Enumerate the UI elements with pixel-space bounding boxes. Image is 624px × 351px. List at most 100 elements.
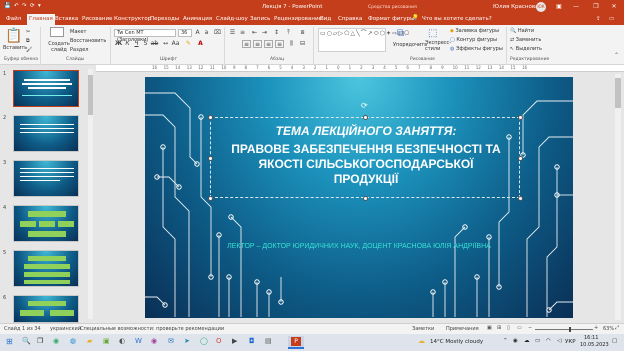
reading-view-icon[interactable]: ▯ bbox=[507, 325, 510, 331]
repeat-icon[interactable]: ⟳ bbox=[30, 3, 35, 9]
task-view-icon[interactable]: ❐ bbox=[37, 337, 43, 345]
slide-thumbnail-5[interactable] bbox=[13, 250, 79, 287]
volume-icon[interactable]: ◁ bbox=[557, 338, 561, 344]
font-size-combo[interactable]: 36 bbox=[178, 29, 192, 37]
share-icon[interactable]: ⇪ bbox=[596, 16, 601, 22]
align-right-icon[interactable]: ≡ bbox=[264, 40, 273, 48]
notes-button[interactable]: Заметки bbox=[412, 326, 434, 332]
align-center-icon[interactable]: ≡ bbox=[253, 40, 262, 48]
clear-format-icon[interactable]: ⌧ bbox=[213, 29, 222, 37]
resize-handle-right[interactable] bbox=[518, 156, 523, 161]
select-button[interactable]: ↖ Выделить bbox=[510, 46, 542, 52]
title-placeholder[interactable]: ТЕМА ЛЕКЦІЙНОГО ЗАНЯТТЯ: ПРАВОВЕ ЗАБЕЗПЕ… bbox=[210, 117, 520, 198]
slide-thumbnail-2[interactable] bbox=[13, 115, 79, 152]
notifications-icon[interactable]: ▢ bbox=[612, 338, 617, 344]
outlook-icon[interactable]: ✉ bbox=[168, 337, 174, 345]
edge-icon[interactable]: ◍ bbox=[70, 337, 76, 345]
shadow-icon[interactable]: S bbox=[141, 40, 150, 48]
resize-handle-tl[interactable] bbox=[208, 115, 213, 120]
explorer-icon[interactable]: ▰ bbox=[87, 337, 92, 345]
columns-icon[interactable]: ⫼ bbox=[287, 40, 296, 48]
font-name-combo[interactable]: Tw Cen MT (Заголовки) bbox=[114, 29, 176, 43]
tab-slideshow[interactable]: Слайд-шоу bbox=[214, 14, 250, 25]
reset-button[interactable]: Восстановить bbox=[70, 38, 106, 44]
tray-chevron-icon[interactable]: ⌃ bbox=[503, 338, 508, 344]
shape-fill-button[interactable]: ◆ Заливка фигуры bbox=[450, 28, 499, 34]
slide-thumbnail-1[interactable] bbox=[13, 70, 79, 107]
zoom-slider[interactable] bbox=[535, 327, 593, 332]
tab-view[interactable]: Вид bbox=[318, 14, 333, 25]
resize-handle-tr[interactable] bbox=[518, 115, 523, 120]
tab-insert[interactable]: Вставка bbox=[53, 14, 80, 25]
tab-home[interactable]: Главная bbox=[27, 14, 55, 25]
store-icon[interactable]: ▣ bbox=[103, 337, 110, 345]
redo-icon[interactable]: ↷ bbox=[22, 3, 27, 9]
slide-thumbnail-4[interactable] bbox=[13, 205, 79, 242]
layout-button[interactable]: Макет bbox=[70, 29, 86, 35]
viber-icon[interactable]: ◉ bbox=[151, 337, 157, 345]
quick-styles-button[interactable]: Экспресс-стили bbox=[425, 40, 451, 52]
media-icon[interactable]: ▶ bbox=[232, 337, 237, 345]
rotate-handle-icon[interactable]: ⟳ bbox=[361, 101, 368, 110]
tray-app-icon[interactable]: ◉ bbox=[513, 338, 518, 344]
comments-button[interactable]: Примечания bbox=[446, 326, 479, 332]
accessibility-status[interactable]: Специальные возможности: проверьте реком… bbox=[80, 326, 224, 332]
replace-button[interactable]: ⇄ Заменить bbox=[510, 37, 541, 43]
slide-sorter-icon[interactable]: ⊞ bbox=[497, 325, 501, 331]
slide-subtitle[interactable]: ЛЕКТОР – ДОКТОР ЮРИДИЧНИХ НАУК, ДОЦЕНТ К… bbox=[145, 243, 573, 250]
resize-handle-br[interactable] bbox=[518, 196, 523, 201]
cut-icon[interactable]: ✂ bbox=[26, 29, 30, 35]
undo-icon[interactable]: ↶ bbox=[14, 3, 19, 9]
quick-styles-icon[interactable]: ⬚ bbox=[428, 28, 437, 39]
customize-qat-icon[interactable]: ▾ bbox=[38, 3, 41, 9]
opera-icon[interactable]: O bbox=[216, 337, 222, 345]
onedrive-icon[interactable]: ☁ bbox=[524, 338, 530, 344]
new-slide-icon[interactable] bbox=[50, 27, 64, 37]
maximize-icon[interactable]: ❐ bbox=[589, 2, 603, 12]
section-button[interactable]: Раздел bbox=[70, 47, 88, 53]
copy-icon[interactable]: ⧉ bbox=[26, 38, 30, 44]
app2-icon[interactable]: ▤ bbox=[265, 337, 272, 345]
line-spacing-icon[interactable]: ↕ bbox=[272, 29, 281, 37]
shape-effects-button[interactable]: ◍ Эффекты фигуры bbox=[450, 46, 503, 52]
slide-scrollbar[interactable] bbox=[615, 74, 621, 320]
close-icon[interactable]: ✕ bbox=[607, 2, 621, 12]
tab-review[interactable]: Рецензирование bbox=[272, 14, 324, 25]
app-icon[interactable]: ◐ bbox=[119, 337, 125, 345]
underline-icon[interactable]: Ч bbox=[132, 40, 141, 48]
tell-me-search[interactable]: Что вы хотите сделать? bbox=[422, 16, 492, 22]
powerpoint-taskbar-button[interactable]: P bbox=[288, 336, 304, 349]
battery-icon[interactable]: ▭ bbox=[535, 338, 540, 344]
input-language[interactable]: УКР bbox=[565, 339, 576, 345]
shrink-font-icon[interactable]: a bbox=[202, 29, 211, 37]
spacing-icon[interactable]: ↔ bbox=[161, 40, 170, 48]
smartart-icon[interactable]: ⧈ bbox=[298, 29, 307, 37]
tab-shape-format[interactable]: Формат фигуры bbox=[366, 14, 416, 25]
search-icon[interactable]: 🔍 bbox=[22, 337, 31, 345]
resize-handle-top[interactable] bbox=[363, 115, 368, 120]
indent-decrease-icon[interactable]: ⇤ bbox=[250, 29, 259, 37]
arrange-icon[interactable]: ⧉ bbox=[397, 28, 404, 39]
grow-font-icon[interactable]: A bbox=[193, 29, 202, 37]
bold-icon[interactable]: Ж bbox=[114, 40, 123, 48]
indent-increase-icon[interactable]: ⇥ bbox=[260, 29, 269, 37]
numbering-icon[interactable]: ≡ bbox=[238, 29, 247, 37]
resize-handle-bottom[interactable] bbox=[363, 196, 368, 201]
ribbon-display-icon[interactable]: ▣ bbox=[553, 2, 565, 12]
clock-time[interactable]: 16:11 bbox=[584, 335, 598, 341]
slide-canvas[interactable]: ТЕМА ЛЕКЦІЙНОГО ЗАНЯТТЯ: ПРАВОВЕ ЗАБЕЗПЕ… bbox=[145, 77, 573, 318]
zoom-level[interactable]: 63% bbox=[603, 326, 614, 332]
tab-help[interactable]: Справка bbox=[336, 14, 364, 25]
strikethrough-icon[interactable]: ab bbox=[150, 40, 159, 48]
bullets-icon[interactable]: ☰ bbox=[228, 29, 237, 37]
normal-view-icon[interactable]: ▣ bbox=[487, 325, 492, 331]
thumbnails-scrollbar[interactable] bbox=[88, 69, 93, 319]
minimize-icon[interactable]: — bbox=[569, 2, 583, 12]
shapes-gallery[interactable]: ▭○▱▷⬠△╲⌒↗⬭⬡✦⇨⇦⎔ bbox=[318, 28, 409, 52]
slide-thumbnail-6[interactable] bbox=[13, 295, 79, 323]
horizontal-ruler[interactable]: 16 15 14 13 12 11 10 9 8 7 6 5 4 3 2 1 0 1 2 3 4 5 6 7 8 9 10 11 12 1… bbox=[96, 65, 624, 72]
new-slide-button[interactable]: Создать слайд bbox=[45, 41, 73, 53]
arrange-button[interactable]: Упорядочить bbox=[393, 42, 427, 48]
slide-thumbnail-3[interactable] bbox=[13, 160, 79, 197]
start-icon[interactable]: ⊞ bbox=[6, 337, 13, 346]
